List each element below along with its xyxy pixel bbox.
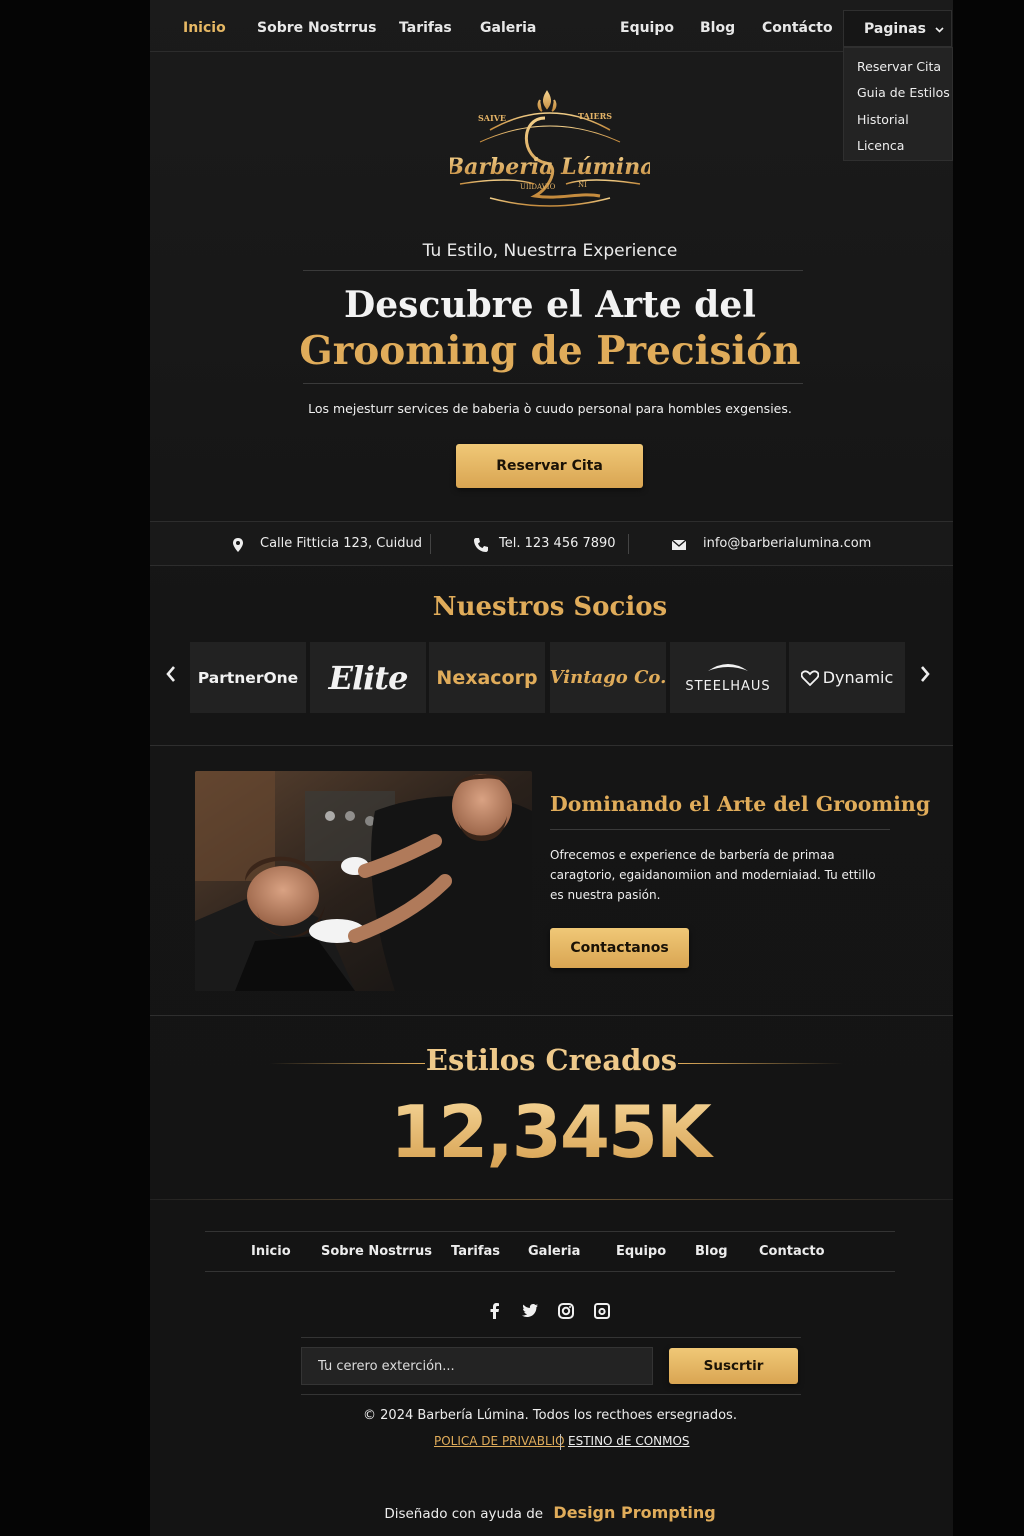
partners-title: Nuestros Socios: [432, 592, 668, 622]
feature-text: Ofrecemos e experience de barbería de pr…: [550, 848, 876, 902]
section-divider: [150, 1199, 953, 1200]
logo-wordmark: Barberia Lúmina: [450, 154, 650, 180]
dropdown-item-historial[interactable]: Historial: [844, 109, 952, 135]
barber-shaving-photo: [195, 771, 532, 991]
hero-subtitle: Los mejesturr services de baberia ò cuud…: [308, 401, 792, 416]
partner-name: STEELHAUS: [685, 679, 771, 694]
stats-counter: 12,345K: [300, 1090, 800, 1174]
partner-logo-partnerone[interactable]: PartnerOne: [190, 642, 306, 713]
partner-logo-nexacorp[interactable]: Nexacorp: [429, 642, 545, 713]
heart-icon: [800, 669, 819, 686]
partner-logo-elite[interactable]: Elite: [310, 642, 426, 713]
hero-title-line2: Grooming de Precisión: [299, 328, 801, 374]
hero-title: Descubre el Arte del Grooming de Precisi…: [250, 282, 850, 374]
logo-arc-right: TAIERS: [578, 111, 612, 121]
footer-link-equipo[interactable]: Equipo: [616, 1244, 666, 1259]
nav-item-galeria[interactable]: Galeria: [480, 20, 536, 36]
carousel-prev-button[interactable]: [156, 664, 186, 694]
feature-title: Dominando el Arte del Grooming: [550, 792, 931, 816]
contact-separator: [430, 534, 431, 554]
section-divider: [150, 1015, 953, 1016]
logo-subline: UIIDAVIO: [520, 183, 556, 191]
footer-link-tarifas[interactable]: Tarifas: [451, 1244, 500, 1259]
partner-logo-steelhaus[interactable]: STEELHAUS: [670, 642, 786, 713]
facebook-icon[interactable]: [486, 1302, 504, 1320]
chevron-down-icon: [935, 25, 944, 36]
contact-address: Calle Fitticia 123, Cuidud: [260, 536, 422, 551]
divider: [303, 270, 803, 271]
partner-name: Elite: [328, 658, 409, 697]
hero-tagline: Tu Estilo, Nuestrra Experience: [422, 241, 678, 261]
footer-link-contacto[interactable]: Contacto: [759, 1244, 825, 1259]
credit-brand-link[interactable]: Design Prompting: [553, 1503, 715, 1522]
credit-prefix: Diseñado con ayuda de: [384, 1506, 544, 1522]
design-credit: Diseñado con ayuda de Design Prompting: [250, 1503, 850, 1522]
stats-title: Estilos Creados: [425, 1043, 678, 1077]
contact-phone[interactable]: Tel. 123 456 7890: [499, 536, 616, 551]
mail-icon: [671, 539, 687, 550]
partner-logo-vintago[interactable]: Vintago Co.: [550, 642, 666, 713]
steelhaus-arc-icon: [708, 664, 748, 671]
footer-link-galeria[interactable]: Galeria: [528, 1244, 580, 1259]
contact-email[interactable]: info@barberialumina.com: [703, 536, 871, 551]
nav-item-inicio[interactable]: Inicio: [183, 20, 226, 36]
instagram-icon[interactable]: [557, 1302, 575, 1320]
decor-line-right: [678, 1063, 843, 1064]
partner-logo-dynamic[interactable]: Dynamic: [789, 642, 905, 713]
location-pin-icon: [233, 538, 243, 552]
contact-bar: Calle Fitticia 123, Cuidud Tel. 123 456 …: [150, 521, 953, 566]
camera-icon[interactable]: [593, 1302, 611, 1320]
pages-dropdown: Reservar Cita Guia de Estilos Historial …: [843, 47, 953, 161]
nav-item-tarifas[interactable]: Tarifas: [399, 20, 452, 36]
nav-item-blog[interactable]: Blog: [700, 20, 735, 36]
dropdown-item-guia-estilos[interactable]: Guia de Estilos: [844, 82, 952, 108]
section-divider: [150, 745, 953, 746]
footer-link-inicio[interactable]: Inicio: [251, 1244, 291, 1259]
logo-arc-left: SAIVE: [478, 113, 506, 123]
hero-title-line1: Descubre el Arte del: [344, 284, 756, 326]
partner-name: Dynamic: [822, 668, 894, 687]
pages-menu-label: Paginas: [864, 21, 926, 37]
twitter-icon[interactable]: [521, 1302, 539, 1320]
legal-separator: [560, 1434, 561, 1450]
partner-name: Nexacorp: [436, 666, 538, 689]
book-appointment-button[interactable]: Reservar Cita: [456, 444, 643, 488]
pages-menu-button[interactable]: Paginas: [843, 10, 952, 47]
carousel-next-button[interactable]: [910, 664, 940, 694]
divider: [205, 1231, 895, 1232]
partner-name: Vintago Co.: [549, 667, 667, 688]
newsletter-email-input[interactable]: [301, 1347, 653, 1385]
divider: [205, 1271, 895, 1272]
phone-icon: [474, 538, 488, 552]
contact-us-button[interactable]: Contactanos: [550, 928, 689, 968]
nav-item-equipo[interactable]: Equipo: [620, 20, 674, 36]
divider: [301, 1394, 801, 1395]
main-nav: Inicio Sobre Nostrrus Tarifas Galeria Eq…: [150, 0, 953, 52]
dropdown-item-licencia[interactable]: Licenca: [844, 135, 952, 161]
brand-logo: SAIVE TAIERS Barberia Lúmina UIIDAVIO NI: [444, 88, 655, 218]
footer-link-blog[interactable]: Blog: [695, 1244, 728, 1259]
partner-name: PartnerOne: [197, 668, 299, 687]
copyright-text: © 2024 Barbería Lúmina. Todos los rectho…: [363, 1408, 737, 1423]
subscribe-button[interactable]: Suscrtir: [669, 1348, 798, 1384]
footer-link-sobre-nosotros[interactable]: Sobre Nostrrus: [321, 1244, 432, 1259]
terms-link[interactable]: ESTINO dE CONMOS: [568, 1434, 690, 1448]
dropdown-item-reservar-cita[interactable]: Reservar Cita: [844, 56, 952, 82]
privacy-policy-link[interactable]: POLICA DE PRIVABLIO: [434, 1434, 565, 1448]
logo-subline-right: NI: [578, 181, 587, 189]
contact-separator: [628, 534, 629, 554]
page: Inicio Sobre Nostrrus Tarifas Galeria Eq…: [150, 0, 953, 1536]
nav-item-contacto[interactable]: Contácto: [762, 20, 833, 36]
divider: [301, 1337, 801, 1338]
divider: [303, 383, 803, 384]
divider: [550, 829, 890, 830]
nav-item-sobre-nosotros[interactable]: Sobre Nostrrus: [257, 20, 376, 36]
